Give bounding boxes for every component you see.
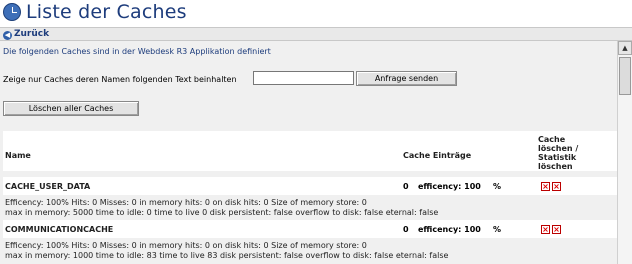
header-actions-line1: Cache [538, 135, 566, 144]
cache-config-line: max in memory: 5000 time to idle: 0 time… [5, 208, 439, 217]
description-text: Die folgenden Caches sind in der Webdesk… [3, 47, 271, 56]
cache-name: CACHE_USER_DATA [5, 182, 91, 191]
scroll-up-icon[interactable]: ▲ [618, 41, 632, 55]
clock-icon [3, 3, 21, 21]
filter-input[interactable] [253, 71, 354, 85]
cache-efficiency: efficency: 100 [418, 182, 481, 191]
header-name: Name [5, 151, 31, 160]
cache-count: 0 [403, 182, 409, 191]
scroll-thumb[interactable] [619, 57, 631, 95]
vertical-scrollbar[interactable]: ▲ [617, 41, 632, 264]
reset-stats-icon[interactable]: × [552, 182, 561, 191]
table-row: COMMUNICATIONCACHE 0 efficency: 100 % × … [3, 220, 617, 238]
header-entries: Cache Einträge [403, 151, 472, 160]
delete-cache-icon[interactable]: × [541, 182, 550, 191]
cache-name: COMMUNICATIONCACHE [5, 225, 114, 234]
table-header: Name Cache Einträge Cache löschen / Stat… [3, 131, 617, 171]
cache-percent: % [493, 182, 502, 191]
send-query-button[interactable]: Anfrage senden [356, 71, 457, 86]
header-actions-line3: Statistik [538, 153, 577, 162]
header-actions-line4: löschen [538, 162, 573, 171]
main-content: Die folgenden Caches sind in der Webdesk… [0, 41, 617, 264]
back-label: Zurück [14, 29, 50, 39]
nav-bar: ◀ Zurück [0, 27, 632, 41]
table-row: CACHE_USER_DATA 0 efficency: 100 % × × [3, 177, 617, 195]
header-actions-line2: löschen / [538, 144, 579, 153]
filter-label: Zeige nur Caches deren Namen folgenden T… [3, 75, 237, 84]
back-arrow-icon: ◀ [3, 31, 12, 40]
delete-all-caches-button[interactable]: Löschen aller Caches [3, 101, 139, 116]
page-title: Liste der Caches [26, 1, 187, 23]
reset-stats-icon[interactable]: × [552, 225, 561, 234]
cache-count: 0 [403, 225, 409, 234]
delete-cache-icon[interactable]: × [541, 225, 550, 234]
title-bar: Liste der Caches [0, 0, 632, 27]
cache-config-line: max in memory: 1000 time to idle: 83 tim… [5, 251, 449, 260]
cache-efficiency: efficency: 100 [418, 225, 481, 234]
back-link[interactable]: ◀ Zurück [3, 29, 49, 40]
cache-percent: % [493, 225, 502, 234]
